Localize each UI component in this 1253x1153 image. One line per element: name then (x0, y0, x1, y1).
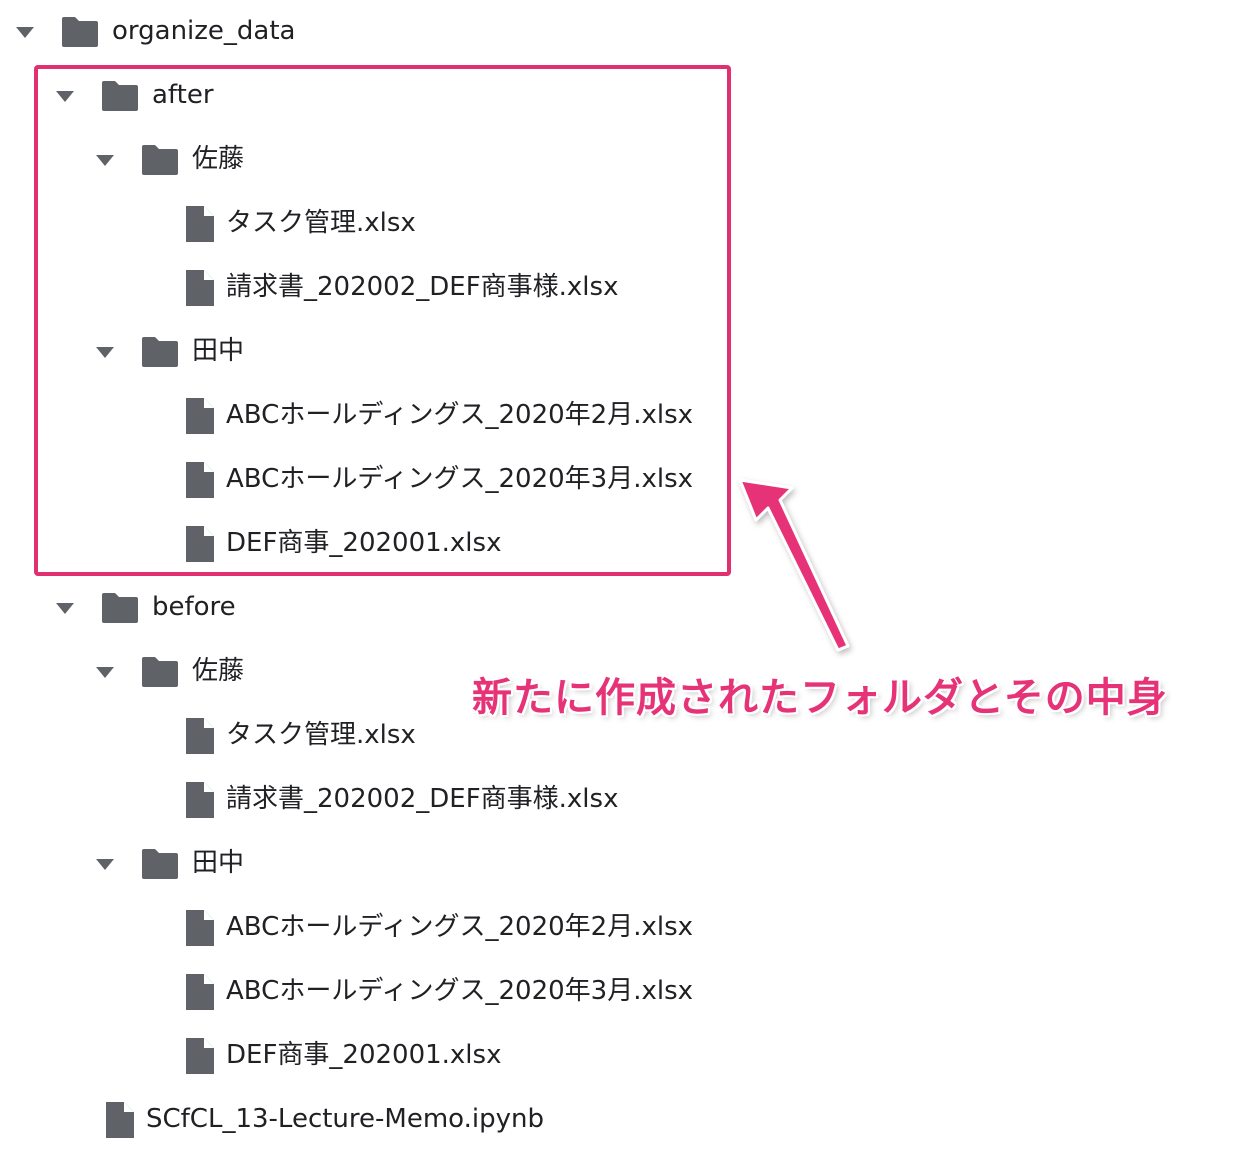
file-icon (180, 716, 220, 756)
folder-icon (140, 844, 180, 884)
tree-file-row[interactable]: ABCホールディングス_2020年2月.xlsx (0, 384, 760, 448)
tree-folder-row[interactable]: after (0, 64, 760, 128)
file-icon (180, 204, 220, 244)
chevron-down-icon[interactable] (94, 149, 116, 171)
tree-file-row[interactable]: ABCホールディングス_2020年2月.xlsx (0, 896, 760, 960)
chevron-down-icon[interactable] (54, 85, 76, 107)
file-icon (180, 396, 220, 436)
file-icon (180, 524, 220, 564)
file-label: ABCホールディングス_2020年2月.xlsx (226, 400, 694, 430)
tree-folder-row[interactable]: organize_data (0, 0, 760, 64)
file-label: DEF商事_202001.xlsx (226, 1040, 502, 1070)
tree-file-row[interactable]: ABCホールディングス_2020年3月.xlsx (0, 960, 760, 1024)
chevron-down-icon[interactable] (94, 661, 116, 683)
tree-file-row[interactable]: DEF商事_202001.xlsx (0, 1024, 760, 1088)
folder-label: 佐藤 (192, 656, 245, 686)
folder-label: 佐藤 (192, 144, 245, 174)
file-label: ABCホールディングス_2020年2月.xlsx (226, 912, 694, 942)
tree-folder-row[interactable]: 佐藤 (0, 128, 760, 192)
file-tree: organize_data after 佐藤 タスク管理.xlsx 請求書_202002… (0, 0, 1253, 1153)
file-label: SCfCL_13-Lecture-Memo.ipynb (146, 1104, 544, 1134)
folder-icon (140, 140, 180, 180)
tree-file-row[interactable]: タスク管理.xlsx (0, 192, 760, 256)
annotation-text: 新たに作成されたフォルダとその中身 (472, 675, 1168, 721)
file-icon (180, 460, 220, 500)
tree-file-row[interactable]: DEF商事_202001.xlsx (0, 512, 760, 576)
folder-icon (100, 588, 140, 628)
file-label: ABCホールディングス_2020年3月.xlsx (226, 976, 694, 1006)
file-label: DEF商事_202001.xlsx (226, 528, 502, 558)
chevron-down-icon[interactable] (14, 21, 36, 43)
file-icon (180, 268, 220, 308)
file-icon (180, 780, 220, 820)
tree-folder-row[interactable]: 田中 (0, 320, 760, 384)
tree-folder-row[interactable]: 田中 (0, 832, 760, 896)
folder-label: before (152, 592, 236, 622)
file-label: タスク管理.xlsx (226, 208, 416, 238)
file-label: 請求書_202002_DEF商事様.xlsx (226, 272, 619, 302)
folder-label: 田中 (192, 336, 245, 366)
file-icon (100, 1100, 140, 1140)
file-icon (180, 908, 220, 948)
folder-icon (60, 12, 100, 52)
tree-file-row[interactable]: 請求書_202002_DEF商事様.xlsx (0, 768, 760, 832)
file-label: ABCホールディングス_2020年3月.xlsx (226, 464, 694, 494)
file-label: タスク管理.xlsx (226, 720, 416, 750)
chevron-down-icon[interactable] (94, 853, 116, 875)
file-label: 請求書_202002_DEF商事様.xlsx (226, 784, 619, 814)
folder-icon (140, 652, 180, 692)
folder-icon (100, 76, 140, 116)
chevron-down-icon[interactable] (54, 597, 76, 619)
folder-icon (140, 332, 180, 372)
tree-file-row[interactable]: 請求書_202002_DEF商事様.xlsx (0, 256, 760, 320)
chevron-down-icon[interactable] (94, 341, 116, 363)
folder-label: after (152, 80, 214, 110)
tree-file-row[interactable]: ABCホールディングス_2020年3月.xlsx (0, 448, 760, 512)
file-icon (180, 972, 220, 1012)
tree-file-row[interactable]: SCfCL_13-Lecture-Memo.ipynb (0, 1088, 760, 1152)
tree-folder-row[interactable]: before (0, 576, 760, 640)
folder-label: organize_data (112, 16, 296, 46)
file-icon (180, 1036, 220, 1076)
folder-label: 田中 (192, 848, 245, 878)
